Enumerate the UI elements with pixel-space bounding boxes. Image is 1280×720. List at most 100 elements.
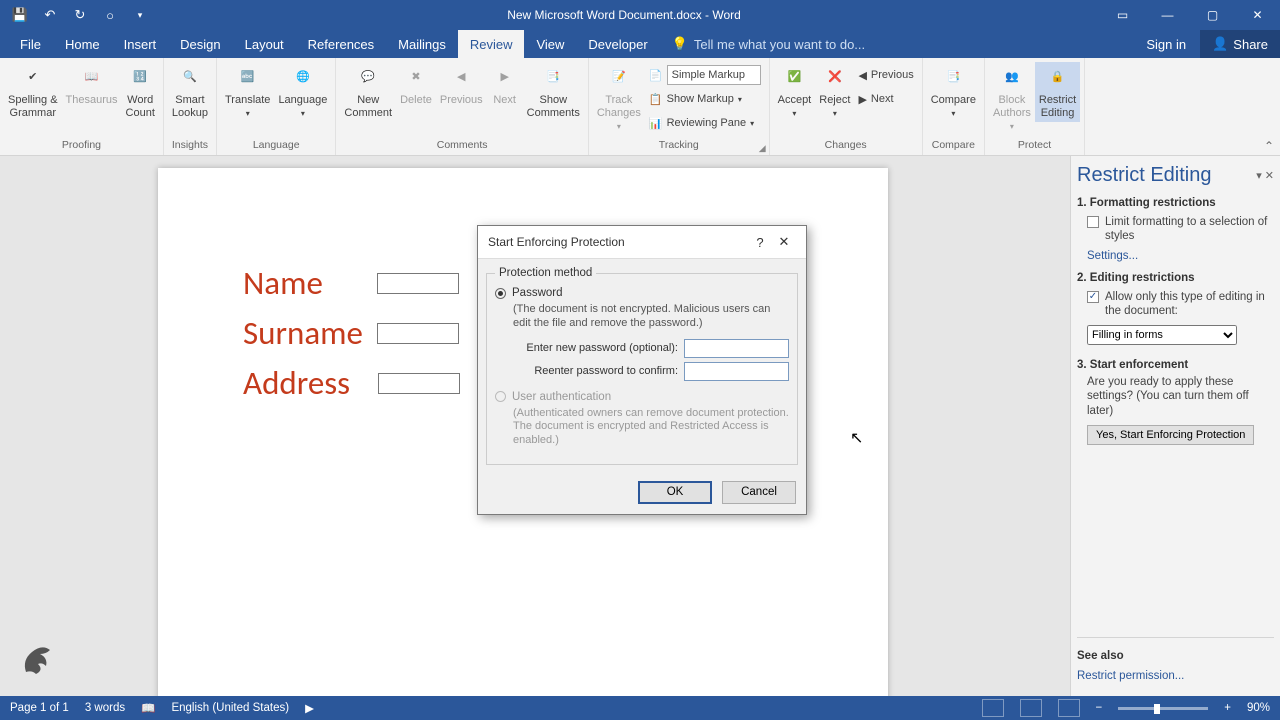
next-comment-icon: ▶ xyxy=(491,64,519,92)
new-comment-button[interactable]: 💬New Comment xyxy=(340,62,396,122)
next-change-icon: ▶ xyxy=(858,93,866,106)
word-count-status[interactable]: 3 words xyxy=(85,702,125,714)
reject-button[interactable]: ❌Reject▾ xyxy=(815,62,854,121)
maximize-icon[interactable]: ▢ xyxy=(1190,0,1235,30)
touch-mode-icon[interactable]: ○ xyxy=(102,7,118,23)
restrict-editing-pane: Restrict Editing▾ ✕ 1. Formatting restri… xyxy=(1070,156,1280,696)
zoom-level[interactable]: 90% xyxy=(1247,702,1270,714)
translate-button[interactable]: 🔤Translate▾ xyxy=(221,62,274,121)
tab-file[interactable]: File xyxy=(8,30,53,58)
tab-mailings[interactable]: Mailings xyxy=(386,30,458,58)
language-icon: 🌐 xyxy=(289,64,317,92)
accept-button[interactable]: ✅Accept▾ xyxy=(774,62,816,121)
previous-change-button[interactable]: ◀Previous xyxy=(854,64,917,86)
limit-formatting-checkbox[interactable]: Limit formatting to a selection of style… xyxy=(1077,213,1274,246)
show-markup-icon: 📋 xyxy=(649,93,663,106)
tell-me-search[interactable]: 💡Tell me what you want to do... xyxy=(660,30,865,58)
show-comments-icon: 📑 xyxy=(539,64,567,92)
new-comment-icon: 💬 xyxy=(354,64,382,92)
delete-comment-button[interactable]: ✖Delete xyxy=(396,62,436,109)
minimize-icon[interactable]: — xyxy=(1145,0,1190,30)
zoom-out-icon[interactable]: − xyxy=(1096,702,1103,714)
pane-options-icon[interactable]: ▾ xyxy=(1256,170,1262,182)
save-icon[interactable]: 💾 xyxy=(12,7,28,23)
track-changes-button[interactable]: 📝Track Changes▾ xyxy=(593,62,645,134)
track-changes-icon: 📝 xyxy=(605,64,633,92)
compare-button[interactable]: 📑Compare▾ xyxy=(927,62,980,121)
language-status[interactable]: English (United States) xyxy=(171,702,289,714)
thesaurus-button[interactable]: 📖Thesaurus xyxy=(62,62,122,109)
tab-references[interactable]: References xyxy=(296,30,386,58)
block-authors-icon: 👥 xyxy=(998,64,1026,92)
tab-insert[interactable]: Insert xyxy=(112,30,169,58)
next-comment-button[interactable]: ▶Next xyxy=(487,62,523,109)
show-comments-button[interactable]: 📑Show Comments xyxy=(523,62,584,122)
tracking-launcher-icon[interactable]: ◢ xyxy=(759,143,766,154)
zoom-in-icon[interactable]: + xyxy=(1224,702,1231,714)
display-for-review-dropdown[interactable]: 📄Simple Markup xyxy=(645,64,765,86)
restrict-editing-icon: 🔒 xyxy=(1044,64,1072,92)
form-label-address: Address xyxy=(243,363,350,403)
close-icon[interactable]: ✕ xyxy=(1235,0,1280,30)
web-layout-icon[interactable] xyxy=(1058,699,1080,717)
pane-close-icon[interactable]: ✕ xyxy=(1265,170,1274,182)
cancel-button[interactable]: Cancel xyxy=(722,481,796,504)
group-tracking: Tracking◢ xyxy=(589,139,769,155)
spellcheck-status-icon[interactable]: 📖 xyxy=(141,701,155,715)
form-input-surname[interactable] xyxy=(377,323,459,344)
qat-more-icon[interactable]: ▾ xyxy=(132,7,148,23)
password-radio[interactable]: Password xyxy=(495,285,789,301)
tab-home[interactable]: Home xyxy=(53,30,112,58)
dialog-close-icon[interactable]: ✕ xyxy=(772,234,796,250)
dialog-help-icon[interactable]: ? xyxy=(748,235,772,250)
ribbon-tabs: File Home Insert Design Layout Reference… xyxy=(0,30,1280,58)
tab-layout[interactable]: Layout xyxy=(233,30,296,58)
prev-comment-icon: ◀ xyxy=(447,64,475,92)
share-icon: 👤 xyxy=(1212,36,1228,52)
page-number-status[interactable]: Page 1 of 1 xyxy=(10,702,69,714)
form-label-surname: Surname xyxy=(243,313,363,353)
sign-in-link[interactable]: Sign in xyxy=(1132,30,1200,58)
smart-lookup-button[interactable]: 🔍Smart Lookup xyxy=(168,62,212,122)
user-auth-hint: (Authenticated owners can remove documen… xyxy=(495,405,789,454)
tab-view[interactable]: View xyxy=(524,30,576,58)
zoom-slider[interactable] xyxy=(1118,707,1208,710)
spelling-grammar-button[interactable]: ✔Spelling & Grammar xyxy=(4,62,62,122)
editing-type-select[interactable]: Filling in forms xyxy=(1087,325,1237,345)
block-authors-button[interactable]: 👥Block Authors▾ xyxy=(989,62,1035,134)
lightbulb-icon: 💡 xyxy=(672,36,688,52)
formatting-settings-link[interactable]: Settings... xyxy=(1077,246,1274,266)
next-change-button[interactable]: ▶Next xyxy=(854,88,917,110)
word-count-button[interactable]: 🔢Word Count xyxy=(122,62,159,122)
new-password-input[interactable] xyxy=(684,339,789,358)
form-input-address[interactable] xyxy=(378,373,460,394)
confirm-password-input[interactable] xyxy=(684,362,789,381)
macro-status-icon[interactable]: ▶ xyxy=(305,701,314,715)
thesaurus-icon: 📖 xyxy=(78,64,106,92)
restrict-editing-button[interactable]: 🔒Restrict Editing xyxy=(1035,62,1080,122)
ok-button[interactable]: OK xyxy=(638,481,712,504)
restrict-permission-link[interactable]: Restrict permission... xyxy=(1077,666,1274,686)
section-formatting: 1. Formatting restrictions xyxy=(1077,197,1274,209)
language-button[interactable]: 🌐Language▾ xyxy=(274,62,331,121)
group-proofing: Proofing xyxy=(0,139,163,155)
tab-design[interactable]: Design xyxy=(168,30,232,58)
redo-icon[interactable]: ↻ xyxy=(72,7,88,23)
print-layout-icon[interactable] xyxy=(1020,699,1042,717)
tab-developer[interactable]: Developer xyxy=(576,30,659,58)
reviewing-pane-dropdown[interactable]: 📊Reviewing Pane ▾ xyxy=(645,112,765,134)
share-button[interactable]: 👤Share xyxy=(1200,30,1280,58)
tab-review[interactable]: Review xyxy=(458,30,525,58)
start-enforcing-button[interactable]: Yes, Start Enforcing Protection xyxy=(1087,425,1254,445)
allow-editing-checkbox[interactable]: ✓Allow only this type of editing in the … xyxy=(1077,288,1274,321)
show-markup-dropdown[interactable]: 📋Show Markup ▾ xyxy=(645,88,765,110)
dragon-watermark-icon xyxy=(18,640,58,680)
new-password-label: Enter new password (optional): xyxy=(526,342,678,354)
previous-comment-button[interactable]: ◀Previous xyxy=(436,62,487,109)
read-mode-icon[interactable] xyxy=(982,699,1004,717)
ribbon-options-icon[interactable]: ▭ xyxy=(1100,0,1145,30)
undo-icon[interactable]: ↶ xyxy=(42,7,58,23)
form-input-name[interactable] xyxy=(377,273,459,294)
compare-icon: 📑 xyxy=(939,64,967,92)
collapse-ribbon-icon[interactable]: ⌃ xyxy=(1264,139,1274,153)
